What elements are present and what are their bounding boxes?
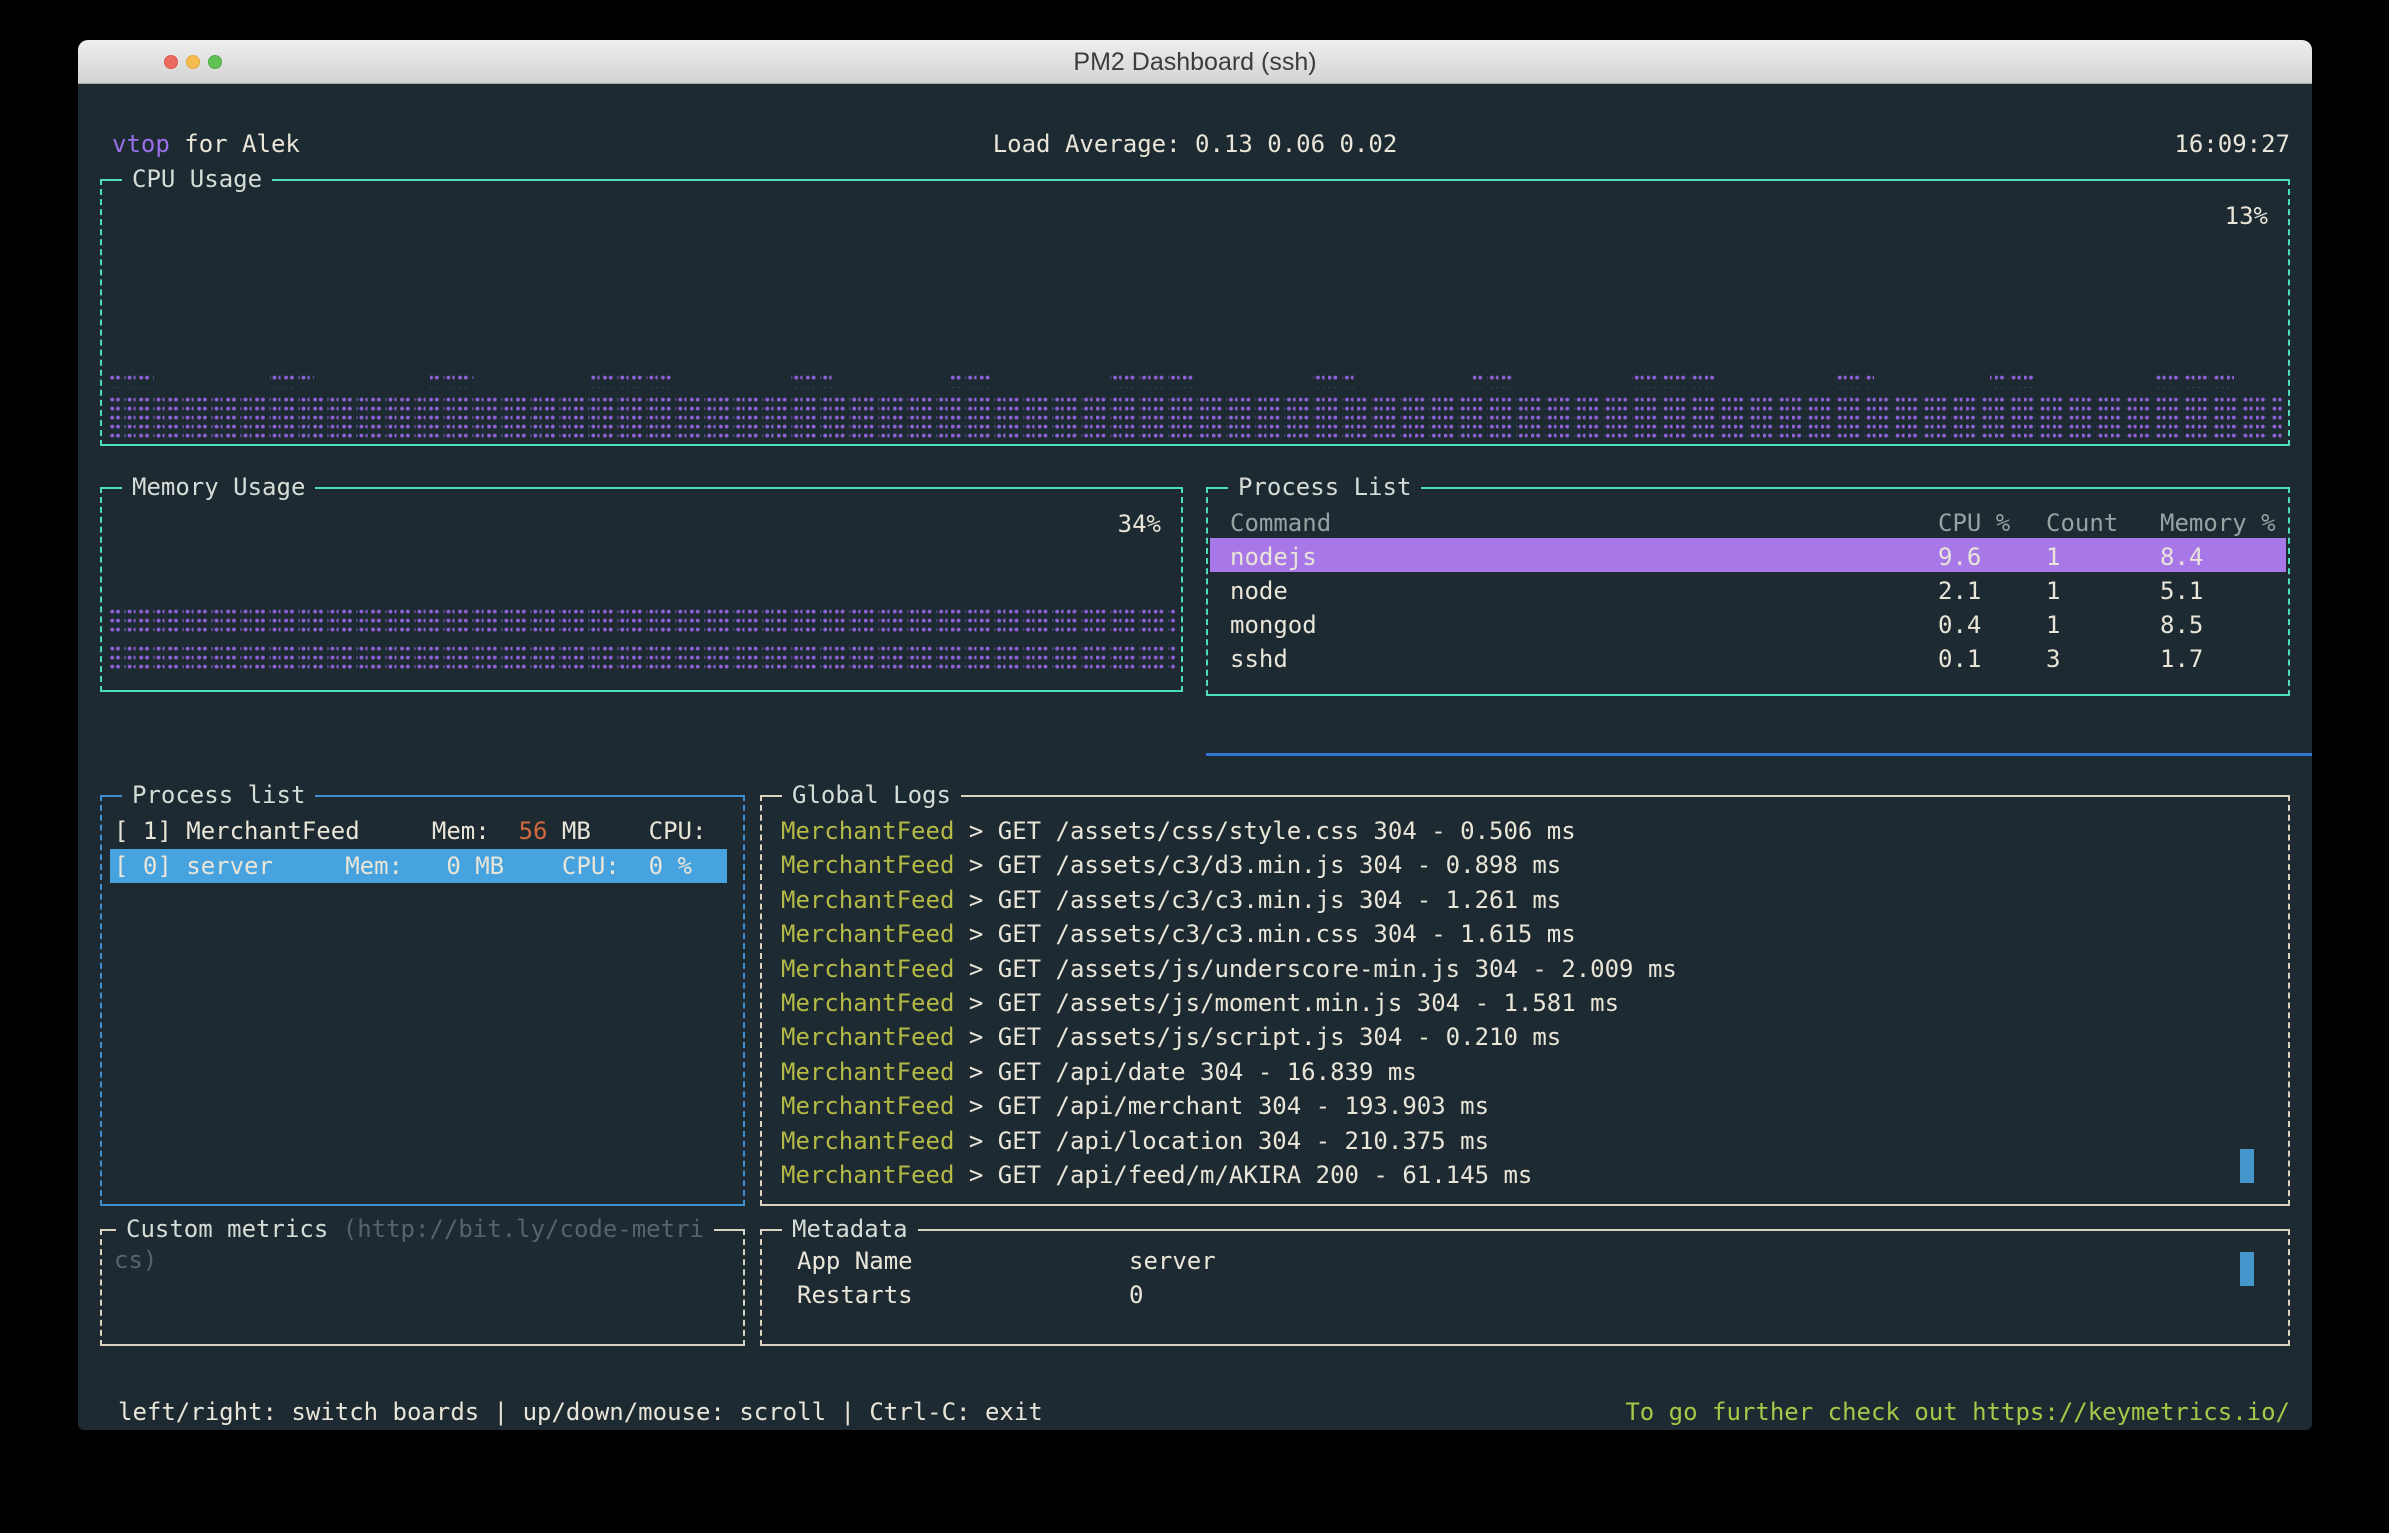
- process-count: 3: [2046, 642, 2060, 676]
- log-line: MerchantFeed > GET /api/feed/m/AKIRA 200…: [781, 1158, 1532, 1192]
- process-cpu: 0.1: [1938, 642, 1981, 676]
- process-memory: 5.1: [2160, 574, 2203, 608]
- log-message: > GET /assets/js/underscore-min.js 304 -…: [954, 955, 1676, 983]
- pm2-process-row-selected[interactable]: [ 0] server Mem: 0 MB CPU: 0 %: [114, 849, 692, 883]
- log-message: > GET /assets/c3/c3.min.css 304 - 1.615 …: [954, 920, 1575, 948]
- cpu-usage-panel: CPU Usage 13%: [100, 179, 2290, 446]
- log-line: MerchantFeed > GET /assets/js/script.js …: [781, 1020, 1561, 1054]
- process-count: 1: [2046, 540, 2060, 574]
- metadata-value: server: [1129, 1244, 1216, 1278]
- clock: 16:09:27: [2174, 127, 2290, 161]
- window-title: PM2 Dashboard (ssh): [78, 40, 2312, 84]
- cpu-usage-title: CPU Usage: [122, 162, 272, 196]
- cpu-graph-dense-dots: [110, 397, 2282, 439]
- col-header-count: Count: [2046, 506, 2118, 540]
- process-count: 1: [2046, 574, 2060, 608]
- process-command[interactable]: node: [1230, 574, 1288, 608]
- log-app-name: MerchantFeed: [781, 1092, 954, 1120]
- terminal-content: vtop for Alek Load Average: 0.13 0.06 0.…: [78, 84, 2312, 1430]
- pm2-process-list-panel: Process list [ 1] MerchantFeed Mem: 56 M…: [100, 795, 745, 1206]
- memory-usage-title: Memory Usage: [122, 470, 315, 504]
- log-line: MerchantFeed > GET /assets/css/style.css…: [781, 814, 1576, 848]
- terminal-window: PM2 Dashboard (ssh) vtop for Alek Load A…: [78, 40, 2312, 1430]
- log-message: > GET /api/feed/m/AKIRA 200 - 61.145 ms: [954, 1161, 1532, 1189]
- log-line: MerchantFeed > GET /assets/c3/c3.min.css…: [781, 917, 1576, 951]
- col-header-memory: Memory %: [2160, 506, 2276, 540]
- log-line: MerchantFeed > GET /api/location 304 - 2…: [781, 1124, 1489, 1158]
- log-message: > GET /api/date 304 - 16.839 ms: [954, 1058, 1416, 1086]
- log-line: MerchantFeed > GET /assets/js/moment.min…: [781, 986, 1619, 1020]
- log-app-name: MerchantFeed: [781, 817, 954, 845]
- metadata-label: Restarts: [797, 1278, 913, 1312]
- process-cpu: 2.1: [1938, 574, 1981, 608]
- global-logs-panel[interactable]: Global Logs MerchantFeed > GET /assets/c…: [760, 795, 2290, 1206]
- window-titlebar[interactable]: PM2 Dashboard (ssh): [78, 40, 2312, 84]
- process-command[interactable]: mongod: [1230, 608, 1317, 642]
- process-list-title: Process List: [1228, 470, 1421, 504]
- pm2-row1-text: [ 1] MerchantFeed Mem:: [114, 817, 519, 845]
- memory-usage-value: 34%: [1118, 507, 1161, 541]
- log-message: > GET /api/location 304 - 210.375 ms: [954, 1127, 1489, 1155]
- log-message: > GET /assets/c3/c3.min.js 304 - 1.261 m…: [954, 886, 1561, 914]
- global-logs-title: Global Logs: [782, 778, 961, 812]
- board-divider-line: [1206, 753, 2312, 756]
- cpu-graph-sparse-dots: [110, 375, 2282, 388]
- memory-usage-panel: Memory Usage 34%: [100, 487, 1183, 692]
- system-process-list-panel: Process List Command CPU % Count Memory …: [1206, 487, 2290, 696]
- metadata-value: 0: [1129, 1278, 1143, 1312]
- log-app-name: MerchantFeed: [781, 955, 954, 983]
- log-line: MerchantFeed > GET /api/date 304 - 16.83…: [781, 1055, 1417, 1089]
- pm2-process-row[interactable]: [ 1] MerchantFeed Mem: 56 MB CPU:: [114, 814, 706, 848]
- log-app-name: MerchantFeed: [781, 989, 954, 1017]
- metadata-title: Metadata: [782, 1212, 918, 1246]
- log-line: MerchantFeed > GET /api/merchant 304 - 1…: [781, 1089, 1489, 1123]
- custom-metrics-title: Custom metrics (http://bit.ly/code-metri: [116, 1212, 714, 1246]
- log-app-name: MerchantFeed: [781, 1127, 954, 1155]
- log-app-name: MerchantFeed: [781, 886, 954, 914]
- pm2-row1-mem-value: 56: [519, 817, 548, 845]
- log-message: > GET /assets/js/script.js 304 - 0.210 m…: [954, 1023, 1561, 1051]
- log-message: > GET /assets/css/style.css 304 - 0.506 …: [954, 817, 1575, 845]
- process-cpu: 0.4: [1938, 608, 1981, 642]
- custom-metrics-panel: Custom metrics (http://bit.ly/code-metri…: [100, 1229, 745, 1346]
- process-count: 1: [2046, 608, 2060, 642]
- log-app-name: MerchantFeed: [781, 1023, 954, 1051]
- cpu-usage-value: 13%: [2225, 199, 2268, 233]
- logs-scrollbar-thumb[interactable]: [2240, 1149, 2254, 1183]
- keyboard-help-text: left/right: switch boards | up/down/mous…: [118, 1395, 1043, 1429]
- process-memory: 8.5: [2160, 608, 2203, 642]
- log-message: > GET /assets/c3/d3.min.js 304 - 0.898 m…: [954, 851, 1561, 879]
- process-memory: 8.4: [2160, 540, 2203, 574]
- metadata-panel: Metadata App Name server Restarts 0: [760, 1229, 2290, 1346]
- process-cpu: 9.6: [1938, 540, 1981, 574]
- log-message: > GET /assets/js/moment.min.js 304 - 1.5…: [954, 989, 1619, 1017]
- log-line: MerchantFeed > GET /assets/c3/d3.min.js …: [781, 848, 1561, 882]
- selected-process-highlight[interactable]: [1210, 538, 2286, 572]
- process-command[interactable]: nodejs: [1230, 540, 1317, 574]
- memory-graph-band-2: [110, 646, 1175, 673]
- custom-metrics-title-text: Custom metrics: [126, 1215, 343, 1243]
- log-line: MerchantFeed > GET /assets/js/underscore…: [781, 952, 1677, 986]
- log-app-name: MerchantFeed: [781, 851, 954, 879]
- log-message: > GET /api/merchant 304 - 193.903 ms: [954, 1092, 1489, 1120]
- col-header-cpu: CPU %: [1938, 506, 2010, 540]
- pm2-process-list-title: Process list: [122, 778, 315, 812]
- process-command[interactable]: sshd: [1230, 642, 1288, 676]
- log-app-name: MerchantFeed: [781, 1058, 954, 1086]
- process-memory: 1.7: [2160, 642, 2203, 676]
- metadata-label: App Name: [797, 1244, 913, 1278]
- metadata-scrollbar-thumb[interactable]: [2240, 1252, 2254, 1286]
- custom-metrics-url-wrap: cs): [114, 1243, 157, 1277]
- log-line: MerchantFeed > GET /assets/c3/c3.min.js …: [781, 883, 1561, 917]
- custom-metrics-url: (http://bit.ly/code-metri: [343, 1215, 704, 1243]
- pm2-row1-text-suffix: MB CPU:: [547, 817, 706, 845]
- keymetrics-promo-link[interactable]: To go further check out https://keymetri…: [1625, 1395, 2290, 1429]
- log-app-name: MerchantFeed: [781, 1161, 954, 1189]
- load-average: Load Average: 0.13 0.06 0.02: [78, 127, 2312, 161]
- col-header-command: Command: [1230, 506, 1331, 540]
- memory-graph-band-1: [110, 609, 1175, 636]
- log-app-name: MerchantFeed: [781, 920, 954, 948]
